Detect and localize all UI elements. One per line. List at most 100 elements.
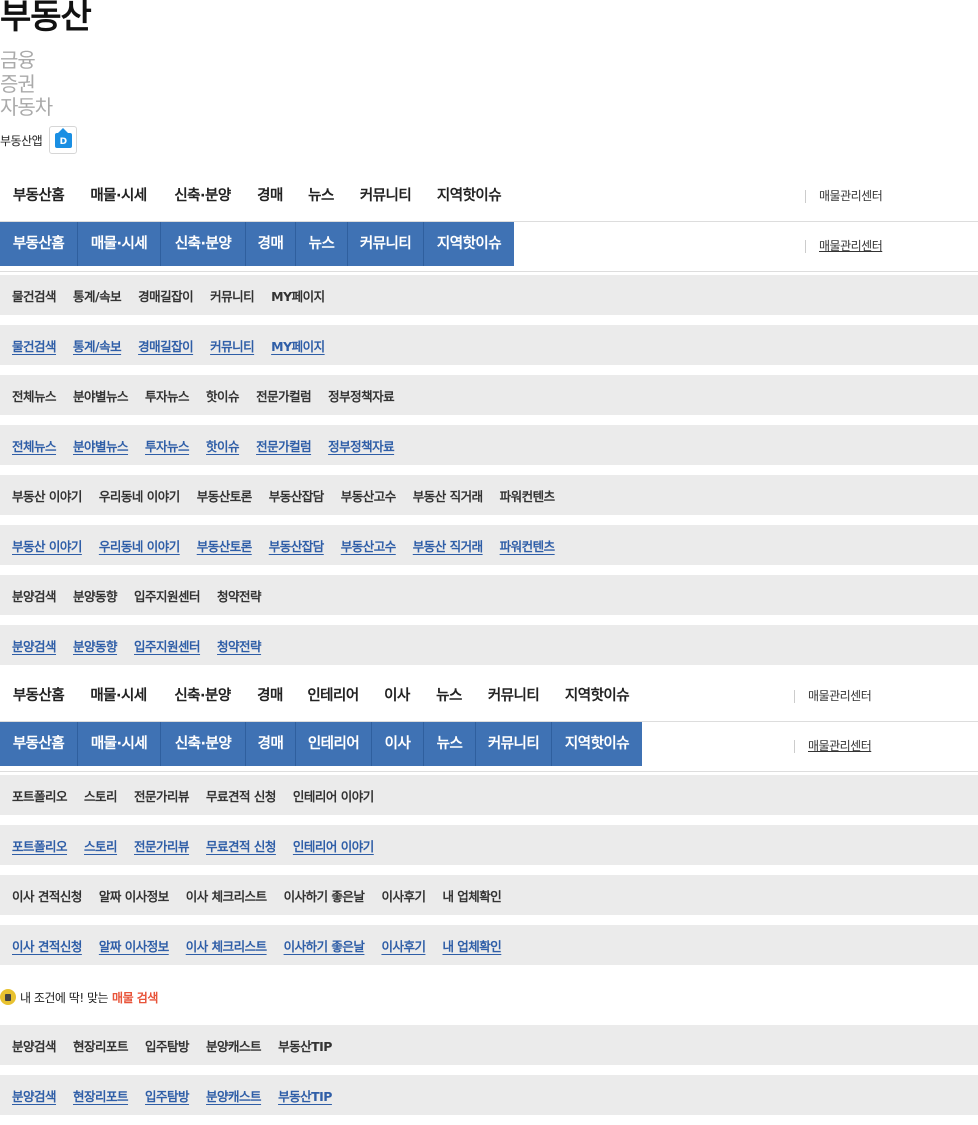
subnav-link[interactable]: 정부정책자료 (328, 436, 395, 455)
subnav-link[interactable]: 현장리포트 (73, 1086, 129, 1105)
subnav-item[interactable]: MY페이지 (271, 286, 325, 305)
subnav-link[interactable]: 분야별뉴스 (73, 436, 129, 455)
subnav-item[interactable]: 입주탐방 (145, 1036, 190, 1055)
app-link[interactable]: 부동산앱 D (0, 126, 78, 154)
promo-highlight[interactable]: 매물 검색 (112, 989, 158, 1006)
subnav-link[interactable]: 투자뉴스 (145, 436, 190, 455)
nav-community[interactable]: 커뮤니티 (476, 722, 552, 766)
category-auto[interactable]: 자동차 (0, 95, 53, 120)
category-stock[interactable]: 증권 (0, 72, 52, 97)
subnav-link[interactable]: 분양캐스트 (206, 1086, 262, 1105)
nav-news[interactable]: 뉴스 (424, 722, 476, 766)
nav-listing-price[interactable]: 매물·시세 (77, 172, 160, 221)
subnav-link[interactable]: 이사하기 좋은날 (284, 936, 365, 955)
subnav-item[interactable]: 핫이슈 (206, 386, 240, 405)
subnav-link[interactable]: 포트폴리오 (12, 836, 68, 855)
subnav-link[interactable]: 분양검색 (12, 636, 57, 655)
subnav-link[interactable]: 물건검색 (12, 336, 57, 355)
subnav-item[interactable]: 물건검색 (12, 286, 57, 305)
nav-news[interactable]: 뉴스 (296, 222, 348, 266)
nav-listing-price[interactable]: 매물·시세 (77, 672, 160, 721)
house-d-icon[interactable]: D (49, 126, 78, 154)
manager-center-link[interactable]: 매물관리센터 (794, 672, 872, 721)
subnav-item[interactable]: 입주지원센터 (134, 586, 201, 605)
subnav-item[interactable]: 우리동네 이야기 (99, 486, 180, 505)
nav-auction[interactable]: 경매 (245, 172, 295, 221)
nav-auction[interactable]: 경매 (246, 222, 296, 266)
subnav-item[interactable]: 경매길잡이 (138, 286, 194, 305)
nav-local-hot[interactable]: 지역핫이슈 (424, 222, 514, 266)
subnav-link[interactable]: 커뮤니티 (210, 336, 255, 355)
category-finance[interactable]: 금융 (0, 48, 52, 73)
subnav-link[interactable]: 이사후기 (381, 936, 426, 955)
subnav-link[interactable]: 전체뉴스 (12, 436, 57, 455)
subnav-item[interactable]: 분양검색 (12, 586, 57, 605)
nav-moving[interactable]: 이사 (372, 722, 424, 766)
subnav-link[interactable]: 부동산TIP (278, 1086, 332, 1105)
subnav-link[interactable]: 부동산 직거래 (413, 536, 483, 555)
nav-auction[interactable]: 경매 (245, 672, 295, 721)
manager-center-link[interactable]: 매물관리센터 (805, 222, 883, 271)
subnav-item[interactable]: 스토리 (84, 786, 118, 805)
subnav-link[interactable]: 분양동향 (73, 636, 118, 655)
subnav-link[interactable]: 전문가리뷰 (134, 836, 190, 855)
subnav-link[interactable]: 경매길잡이 (138, 336, 194, 355)
subnav-item[interactable]: 이사 견적신청 (12, 886, 82, 905)
nav-community[interactable]: 커뮤니티 (475, 672, 552, 721)
subnav-link[interactable]: 파워컨텐츠 (500, 536, 556, 555)
subnav-link[interactable]: MY페이지 (271, 336, 325, 355)
nav-home[interactable]: 부동산홈 (0, 722, 78, 766)
subnav-item[interactable]: 분야별뉴스 (73, 386, 129, 405)
nav-local-hot[interactable]: 지역핫이슈 (552, 672, 642, 721)
subnav-item[interactable]: 이사하기 좋은날 (284, 886, 365, 905)
subnav-link[interactable]: 분양검색 (12, 1086, 57, 1105)
subnav-item[interactable]: 분양동향 (73, 586, 118, 605)
subnav-item[interactable]: 통계/속보 (73, 286, 122, 305)
subnav-item[interactable]: 커뮤니티 (210, 286, 255, 305)
nav-new-presale[interactable]: 신축·분양 (161, 222, 246, 266)
subnav-link[interactable]: 내 업체확인 (442, 936, 501, 955)
subnav-item[interactable]: 부동산 이야기 (12, 486, 82, 505)
subnav-link[interactable]: 이사 견적신청 (12, 936, 82, 955)
page-title[interactable]: 부동산 (0, 0, 92, 40)
subnav-link[interactable]: 전문가컬럼 (256, 436, 312, 455)
subnav-link[interactable]: 입주탐방 (145, 1086, 190, 1105)
nav-home[interactable]: 부동산홈 (0, 172, 77, 221)
subnav-item[interactable]: 부동산 직거래 (413, 486, 483, 505)
nav-auction[interactable]: 경매 (246, 722, 296, 766)
subnav-item[interactable]: 알짜 이사정보 (99, 886, 169, 905)
subnav-link[interactable]: 청약전략 (217, 636, 262, 655)
subnav-link[interactable]: 부동산잡담 (269, 536, 325, 555)
subnav-item[interactable]: 파워컨텐츠 (500, 486, 556, 505)
subnav-item[interactable]: 포트폴리오 (12, 786, 68, 805)
subnav-link[interactable]: 입주지원센터 (134, 636, 201, 655)
nav-news[interactable]: 뉴스 (295, 172, 347, 221)
nav-new-presale[interactable]: 신축·분양 (160, 172, 245, 221)
listing-search-promo[interactable]: 내 조건에 딱! 맞는 매물 검색 (0, 985, 158, 1009)
subnav-item[interactable]: 정부정책자료 (328, 386, 395, 405)
subnav-item[interactable]: 전체뉴스 (12, 386, 57, 405)
nav-moving[interactable]: 이사 (371, 672, 423, 721)
subnav-link[interactable]: 부동산 이야기 (12, 536, 82, 555)
subnav-item[interactable]: 이사 체크리스트 (186, 886, 267, 905)
nav-new-presale[interactable]: 신축·분양 (160, 672, 245, 721)
subnav-item[interactable]: 무료견적 신청 (206, 786, 276, 805)
nav-community[interactable]: 커뮤니티 (347, 172, 424, 221)
nav-local-hot[interactable]: 지역핫이슈 (424, 172, 514, 221)
manager-center-link[interactable]: 매물관리센터 (805, 172, 883, 221)
subnav-item[interactable]: 전문가컬럼 (256, 386, 312, 405)
nav-interior[interactable]: 인테리어 (295, 672, 371, 721)
subnav-item[interactable]: 내 업체확인 (442, 886, 501, 905)
subnav-item[interactable]: 인테리어 이야기 (293, 786, 374, 805)
subnav-link[interactable]: 우리동네 이야기 (99, 536, 180, 555)
subnav-link[interactable]: 인테리어 이야기 (293, 836, 374, 855)
nav-news[interactable]: 뉴스 (423, 672, 475, 721)
subnav-link[interactable]: 부동산고수 (341, 536, 397, 555)
nav-listing-price[interactable]: 매물·시세 (78, 222, 161, 266)
nav-local-hot[interactable]: 지역핫이슈 (552, 722, 642, 766)
subnav-link[interactable]: 핫이슈 (206, 436, 240, 455)
subnav-link[interactable]: 통계/속보 (73, 336, 122, 355)
nav-home[interactable]: 부동산홈 (0, 672, 77, 721)
subnav-item[interactable]: 전문가리뷰 (134, 786, 190, 805)
subnav-item[interactable]: 부동산토론 (197, 486, 253, 505)
